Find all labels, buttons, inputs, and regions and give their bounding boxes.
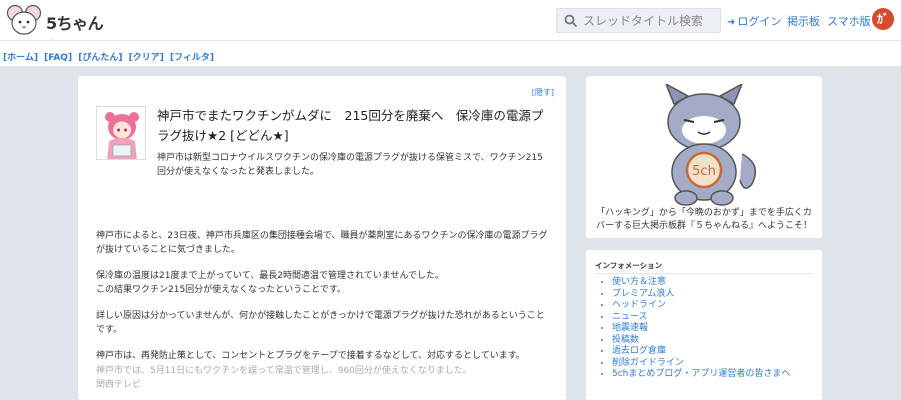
information-card: インフォメーション 使い方＆注意 プレミアム浪人 ヘッドライン ニュース 地震速… bbox=[586, 250, 822, 400]
subnav-filter-link[interactable]: [フィルタ] bbox=[170, 53, 214, 63]
subnav-pintan-link[interactable]: [ぴんたん] bbox=[78, 53, 122, 63]
list-item[interactable]: プレミアム浪人 bbox=[612, 289, 790, 301]
article-footer: 神戸市では、5月11日にもワクチンを誤って常温で管理し、960回分が使えなくなり… bbox=[96, 364, 548, 392]
info-link[interactable]: 投稿数 bbox=[612, 335, 639, 345]
welcome-card: 5ch 「ハッキング」から「今晩のおかず」までを手広くカバーする巨大掲示板群『５… bbox=[586, 76, 822, 238]
info-link[interactable]: 削除ガイドライン bbox=[612, 358, 684, 368]
board-link[interactable]: 掲示板 bbox=[787, 13, 820, 29]
anime-girl-icon bbox=[97, 107, 145, 159]
mascot-badge-text: 5ch bbox=[692, 164, 716, 179]
article-paragraph: 保冷庫の温度は21度まで上がっていて、最長2時間適温で管理されていませんでした。… bbox=[96, 271, 445, 295]
article-paragraph: 神戸市によると、23日夜、神戸市兵庫区の集団接種会場で、職員が薬剤室にあるワクチ… bbox=[96, 231, 548, 255]
article-body: 神戸市は新型コロナウイルスワクチンの保冷庫の電源プラグが抜ける保管ミスで、ワクチ… bbox=[96, 153, 548, 377]
cat-mascot-icon: 5ch bbox=[665, 84, 757, 206]
list-item[interactable]: ニュース bbox=[612, 312, 790, 324]
list-item[interactable]: 削除ガイドライン bbox=[612, 358, 790, 370]
login-label: ログイン bbox=[737, 15, 782, 28]
info-list: 使い方＆注意 プレミアム浪人 ヘッドライン ニュース 地震速報 投稿数 過去ログ… bbox=[612, 277, 790, 381]
info-link[interactable]: ニュース bbox=[612, 312, 648, 322]
divider bbox=[595, 273, 813, 274]
list-item[interactable]: 過去ログ倉庫 bbox=[612, 346, 790, 358]
info-link[interactable]: 5chまとめブログ・アプリ運営者の皆さまへ bbox=[612, 369, 790, 379]
welcome-caption: 「ハッキング」から「今晩のおかず」までを手広くカバーする巨大掲示板群『５ちゃんね… bbox=[596, 208, 813, 231]
search-box[interactable] bbox=[556, 8, 721, 33]
site-logo[interactable]: 5ちゃんねる bbox=[6, 4, 116, 57]
article-paragraph: 神戸市は、再発防止策として、コンセントとプラグをテープで接着するなどして、対応す… bbox=[96, 351, 525, 361]
top-bar: 5ちゃんねる ➜ログイン 掲示板 スマホ版 ｶﾞ bbox=[0, 0, 901, 57]
info-link[interactable]: ヘッドライン bbox=[612, 300, 666, 310]
article-paragraph: 神戸市は新型コロナウイルスワクチンの保冷庫の電源プラグが抜ける保管ミスで、ワクチ… bbox=[157, 153, 543, 177]
info-link[interactable]: プレミアム浪人 bbox=[612, 289, 674, 299]
search-icon bbox=[564, 14, 578, 28]
subnav-faq-link[interactable]: [FAQ] bbox=[44, 53, 72, 63]
login-icon: ➜ bbox=[727, 17, 736, 28]
article-card: [隠す] 神戸市でまたワクチンがムダに 215回分を廃棄へ 保冷庫の電源プラグ抜… bbox=[78, 76, 566, 400]
list-item[interactable]: 地震速報 bbox=[612, 323, 790, 335]
info-link[interactable]: 使い方＆注意 bbox=[612, 277, 666, 287]
info-heading: インフォメーション bbox=[595, 261, 663, 270]
avatar[interactable]: ｶﾞ bbox=[872, 8, 894, 30]
article-paragraph: 詳しい原因は分かっていませんが、何かが接触したことがきっかけで電源プラグが抜けた… bbox=[96, 311, 545, 335]
footer-note: 神戸市では、5月11日にもワクチンを誤って常温で管理し、960回分が使えなくなり… bbox=[96, 366, 472, 376]
subnav-clear-link[interactable]: [クリア] bbox=[129, 53, 164, 63]
search-input[interactable] bbox=[583, 11, 718, 30]
info-link[interactable]: 地震速報 bbox=[612, 323, 648, 333]
list-item[interactable]: 投稿数 bbox=[612, 335, 790, 347]
login-link[interactable]: ➜ ログイン bbox=[727, 13, 781, 29]
list-item[interactable]: ヘッドライン bbox=[612, 300, 790, 312]
article-thumbnail bbox=[96, 106, 146, 160]
sub-navigation: [ホーム] [FAQ] [ぴんたん] [クリア] [フィルタ] bbox=[0, 40, 901, 66]
info-link[interactable]: 過去ログ倉庫 bbox=[612, 346, 666, 356]
mouse-mascot-icon bbox=[6, 4, 42, 35]
article-title: 神戸市でまたワクチンがムダに 215回分を廃棄へ 保冷庫の電源プラグ抜け★2 [… bbox=[157, 108, 544, 143]
list-item[interactable]: 5chまとめブログ・アプリ運営者の皆さまへ bbox=[612, 369, 790, 381]
hide-link[interactable]: [隠す] bbox=[532, 87, 554, 98]
smartphone-link[interactable]: スマホ版 bbox=[827, 13, 871, 29]
list-item[interactable]: 使い方＆注意 bbox=[612, 277, 790, 289]
source-label: 関西テレビ bbox=[96, 380, 142, 390]
subnav-home-link[interactable]: [ホーム] bbox=[3, 53, 38, 63]
